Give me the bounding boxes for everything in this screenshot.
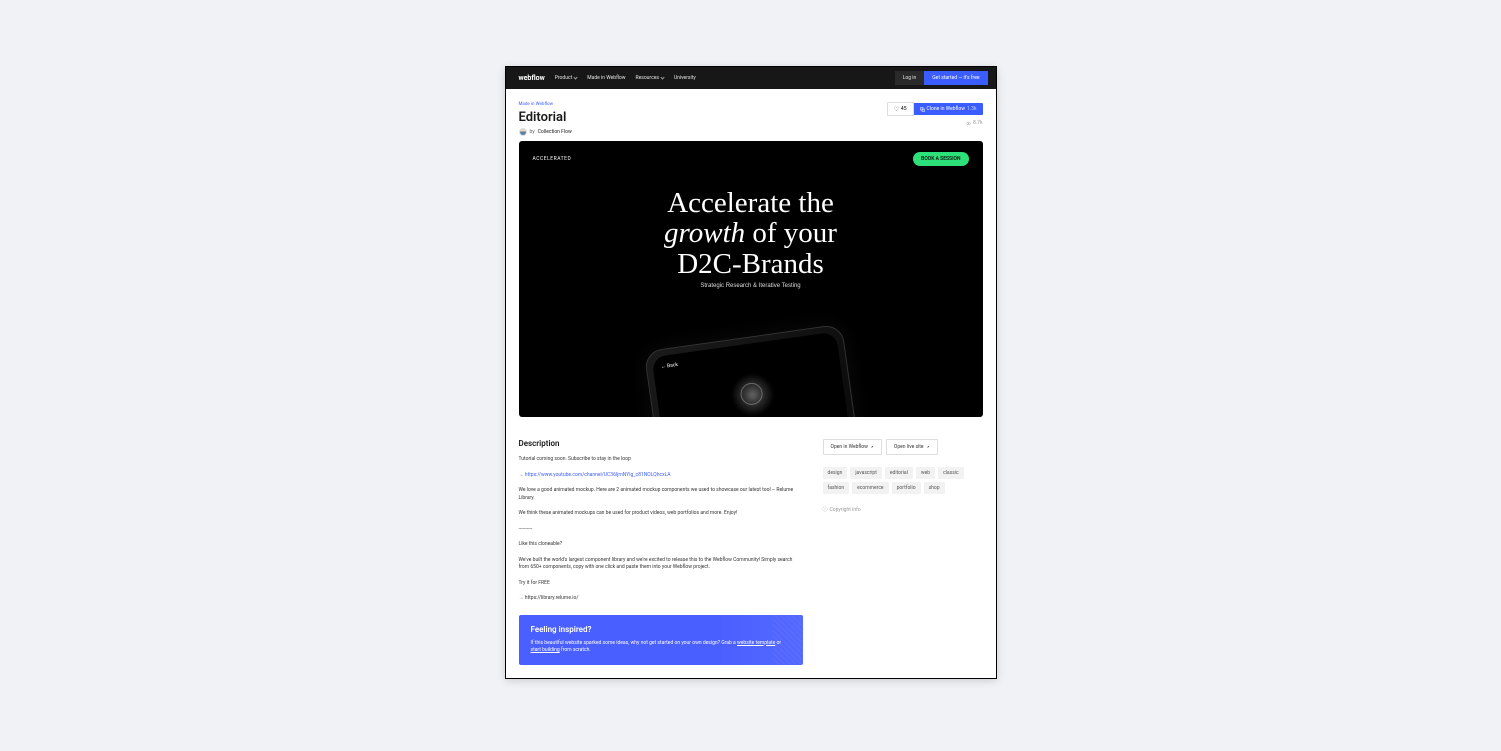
phone-back-label: ← Back — [660, 362, 678, 370]
info-icon: ⓘ — [823, 506, 828, 513]
tag-shop[interactable]: shop — [924, 482, 945, 494]
views-count: 8.7k — [973, 120, 982, 126]
hero-line-2b: of your — [745, 217, 837, 249]
external-link-icon — [926, 445, 930, 449]
clone-label: Clone in Webflow — [927, 106, 965, 112]
header-row: Made in Webflow Editorial by Collection … — [519, 102, 983, 136]
sidebar-column: Open in Webflow Open live site design — [823, 439, 983, 665]
nav-label: Product — [555, 75, 572, 81]
description-column: Description Tutorial coming soon. Subscr… — [519, 439, 803, 665]
desc-p1: Tutorial coming soon. Subscribe to stay … — [519, 456, 803, 464]
tag-portfolio[interactable]: portfolio — [892, 482, 921, 494]
desc-p4: Like this cloneable? — [519, 541, 803, 549]
like-button[interactable]: 45 — [887, 102, 914, 116]
tag-web[interactable]: web — [916, 467, 935, 479]
author-link[interactable]: Collection Flow — [538, 129, 572, 135]
template-link[interactable]: website template — [737, 640, 775, 646]
inspired-text-a: If this beautiful website sparked some i… — [531, 640, 738, 646]
like-count: 45 — [901, 106, 907, 112]
tag-editorial[interactable]: editorial — [885, 467, 913, 479]
open-buttons: Open in Webflow Open live site — [823, 439, 983, 455]
body-row: Description Tutorial coming soon. Subscr… — [519, 439, 983, 665]
nav-university[interactable]: University — [674, 75, 696, 81]
desc-link-row: → https://www.youtube.com/channel/UC36lj… — [519, 472, 803, 480]
topbar-right: Log in Get started — it's free — [895, 71, 988, 85]
nav-label: University — [674, 75, 696, 81]
external-link-icon — [870, 445, 874, 449]
copyright-label: Copyright info — [830, 507, 861, 513]
phone-screen: ← Back — [651, 332, 850, 417]
webflow-logo[interactable]: webflow — [519, 74, 545, 82]
open-in-webflow-button[interactable]: Open in Webflow — [823, 439, 882, 455]
breadcrumb[interactable]: Made in Webflow — [519, 102, 572, 107]
hero-text: Accelerate the growth of your D2C-Brands… — [533, 188, 969, 289]
chevron-down-icon — [574, 75, 578, 79]
nav-made-in-webflow[interactable]: Made in Webflow — [587, 75, 625, 81]
open-live-label: Open live site — [894, 444, 924, 450]
desc-p3: We think these animated mockups can be u… — [519, 510, 803, 518]
clone-count: 1.3k — [967, 106, 976, 112]
preview-header: ACCELERATED BOOK A SESSION — [533, 152, 969, 166]
water-splash-graphic — [718, 361, 786, 417]
hero-italic-word: growth — [664, 217, 745, 249]
header-left: Made in Webflow Editorial by Collection … — [519, 102, 572, 136]
description-heading: Description — [519, 439, 803, 448]
nav-label: Resources — [636, 75, 659, 81]
phone-mockup: ← Back — [643, 324, 858, 417]
eye-icon — [966, 121, 971, 126]
inspired-text: If this beautiful website sparked some i… — [531, 640, 791, 655]
topbar-left: webflow Product Made in Webflow Resource… — [519, 74, 696, 82]
header-right: 45 Clone in Webflow 1.3k 8.7k — [887, 102, 983, 126]
inspired-banner: Feeling inspired? If this beautiful webs… — [519, 615, 803, 665]
get-started-button[interactable]: Get started — it's free — [924, 71, 987, 85]
tag-javascript[interactable]: javascript — [850, 467, 882, 479]
page-title: Editorial — [519, 110, 572, 125]
avatar[interactable] — [519, 128, 527, 136]
inspired-text-b: or — [775, 640, 781, 646]
heart-icon — [894, 107, 899, 112]
nav-label: Made in Webflow — [587, 75, 625, 81]
tags-list: design javascript editorial web classic … — [823, 467, 983, 494]
by-label: by — [530, 129, 535, 135]
inspired-text-c: from scratch. — [560, 647, 591, 653]
views-row: 8.7k — [887, 120, 983, 126]
chevron-down-icon — [660, 75, 664, 79]
tag-ecommerce[interactable]: ecommerce — [852, 482, 888, 494]
clone-icon — [920, 107, 925, 112]
tag-classic[interactable]: classic — [938, 467, 964, 479]
login-button[interactable]: Log in — [895, 71, 925, 85]
hero-subhead: Strategic Research & Iterative Testing — [533, 283, 969, 289]
site-preview[interactable]: ACCELERATED BOOK A SESSION Accelerate th… — [519, 141, 983, 417]
action-buttons: 45 Clone in Webflow 1.3k — [887, 102, 983, 116]
start-building-link[interactable]: start building — [531, 647, 560, 653]
hero-line-3: D2C-Brands — [533, 249, 969, 279]
app-window: webflow Product Made in Webflow Resource… — [505, 66, 997, 679]
desc-p7: → https://library.relume.io/ — [519, 595, 803, 603]
desc-p5: We've built the world's largest componen… — [519, 557, 803, 572]
tag-fashion[interactable]: fashion — [823, 482, 850, 494]
topbar: webflow Product Made in Webflow Resource… — [506, 67, 996, 89]
hero-line-2: growth of your — [533, 218, 969, 248]
desc-divider: ---------- — [519, 526, 803, 534]
open-webflow-label: Open in Webflow — [831, 444, 868, 450]
tag-design[interactable]: design — [823, 467, 848, 479]
copyright-info[interactable]: ⓘ Copyright info — [823, 506, 983, 513]
desc-p6: Try it for FREE — [519, 580, 803, 588]
clone-button[interactable]: Clone in Webflow 1.3k — [914, 103, 983, 115]
preview-badge: ACCELERATED — [533, 156, 572, 162]
youtube-link[interactable]: https://www.youtube.com/channel/UC36ljmN… — [525, 472, 671, 478]
book-session-button[interactable]: BOOK A SESSION — [913, 152, 968, 166]
inspired-title: Feeling inspired? — [531, 625, 791, 634]
open-live-site-button[interactable]: Open live site — [886, 439, 938, 455]
author-row: by Collection Flow — [519, 128, 572, 136]
nav-product[interactable]: Product — [555, 75, 577, 81]
hero-line-1: Accelerate the — [533, 188, 969, 218]
page-content: Made in Webflow Editorial by Collection … — [506, 89, 996, 678]
desc-p2: We love a good animated mockup. Here are… — [519, 487, 803, 502]
nav-resources[interactable]: Resources — [636, 75, 664, 81]
